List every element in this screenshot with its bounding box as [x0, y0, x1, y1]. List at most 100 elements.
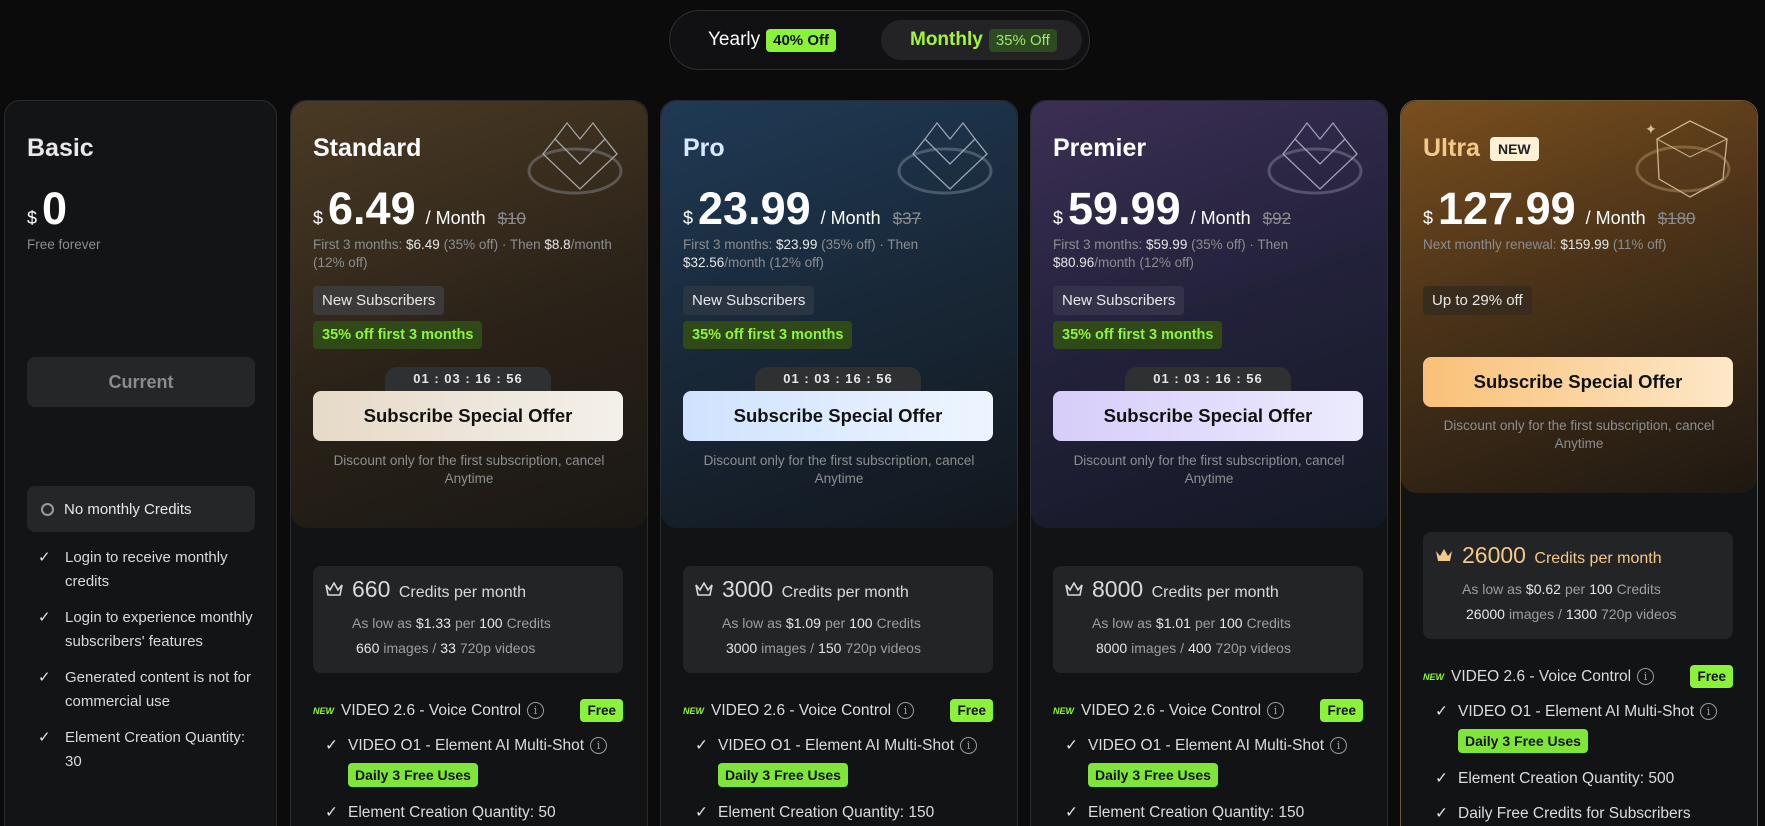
plan-emblem-icon	[527, 122, 623, 195]
feature-text: Element Creation Quantity: 150	[718, 803, 935, 821]
feature-video-o1: ✓ VIDEO O1 - Element AI Multi-Shot i	[1423, 694, 1733, 729]
feature-video-o1: ✓ VIDEO O1 - Element AI Multi-Shot i	[313, 728, 623, 763]
feature-list: NEW VIDEO 2.6 - Voice Control i Free ✓ V…	[313, 693, 623, 826]
low-as-text: As low as	[1092, 615, 1152, 631]
price-row: $ 23.99 / Month $37	[683, 183, 921, 235]
note-text: First 3 months:	[683, 237, 777, 252]
intro-price-note: First 3 months: $59.99 (35% off) · Then …	[1053, 236, 1361, 272]
note-text: /month (12% off)	[1094, 255, 1194, 270]
credits-amount: 26000	[1462, 542, 1526, 568]
yearly-option[interactable]: Yearly 40% Off	[708, 20, 836, 60]
current-plan-button[interactable]: Current	[27, 357, 255, 407]
countdown-timer: 01 : 03 : 16 : 56	[385, 367, 551, 391]
feature-text: VIDEO O1 - Element AI Multi-Shot	[718, 736, 955, 754]
new-badge: NEW	[1489, 136, 1539, 161]
subscribe-special-offer-button[interactable]: Subscribe Special Offer	[313, 391, 623, 441]
price-row: $ 6.49 / Month $10	[313, 183, 526, 235]
note-text: (11% off)	[1609, 237, 1667, 252]
new-icon: NEW	[313, 705, 334, 716]
monthly-discount-badge: 35% Off	[988, 28, 1057, 52]
low-as-text: As low as	[352, 615, 412, 631]
price-amount: 23.99	[698, 183, 811, 234]
images-count: 8000	[1096, 640, 1128, 656]
cost-per-credit: As low as $1.09 per 100 Credits	[722, 615, 921, 631]
subscribe-special-offer-button[interactable]: Subscribe Special Offer	[1423, 357, 1733, 407]
feature-element-quantity: ✓ Element Creation Quantity: 150	[683, 795, 993, 826]
feature-text: VIDEO O1 - Element AI Multi-Shot	[1088, 736, 1325, 754]
per-text: per	[1564, 581, 1586, 597]
credits-amount: 8000	[1092, 576, 1144, 602]
credits-per-month: 8000 Credits per month	[1092, 576, 1279, 603]
plan-name: Ultra	[1423, 134, 1480, 162]
per-credits-amount: 100	[1219, 615, 1243, 631]
original-price: $10	[497, 209, 527, 228]
daily-uses-row: Daily 3 Free Uses	[683, 763, 993, 793]
price-period: / Month	[820, 208, 881, 228]
new-icon: NEW	[683, 705, 704, 716]
info-icon[interactable]: i	[1637, 668, 1655, 685]
credits-box: 8000 Credits per month As low as $1.01 per…	[1053, 566, 1363, 673]
credits-label: Credits per month	[398, 584, 526, 601]
feature-video-o1: ✓ VIDEO O1 - Element AI Multi-Shot i	[1053, 728, 1363, 763]
feature-element-quantity: ✓ Element Creation Quantity: 150	[1053, 795, 1363, 826]
svg-text:✦: ✦	[1645, 121, 1657, 137]
subscribe-special-offer-button[interactable]: Subscribe Special Offer	[1053, 391, 1363, 441]
intro-price-note: First 3 months: $23.99 (35% off) · Then …	[683, 236, 991, 272]
per-text: per	[824, 615, 846, 631]
note-price: $159.99	[1560, 237, 1610, 252]
info-icon[interactable]: i	[1330, 737, 1348, 754]
monthly-option[interactable]: Monthly 35% Off	[881, 20, 1082, 60]
images-word: images /	[1131, 640, 1185, 656]
images-count: 3000	[726, 640, 758, 656]
crown-icon	[695, 582, 713, 596]
credits-word: Credits	[1246, 615, 1291, 631]
feature-list: NEW VIDEO 2.6 - Voice Control i Free ✓ V…	[683, 693, 993, 826]
plan-name: Basic	[27, 134, 94, 162]
info-icon[interactable]: i	[1700, 703, 1718, 720]
cancel-note: Discount only for the first subscription…	[1443, 418, 1715, 451]
feature-text: Generated content is not for commercial …	[65, 669, 251, 710]
intro-price-note: First 3 months: $6.49 (35% off) · Then $…	[313, 236, 621, 272]
videos-count: 150	[818, 640, 842, 656]
images-word: images /	[383, 640, 437, 656]
price-period: / Month	[425, 208, 486, 228]
plan-card-ultra: ✦ Ultra NEW $ 127.99 / Month $180 Next m…	[1400, 100, 1758, 826]
daily-free-uses-badge: Daily 3 Free Uses	[348, 763, 478, 787]
cost-per-credit: As low as $1.33 per 100 Credits	[352, 615, 551, 631]
info-icon[interactable]: i	[897, 702, 915, 719]
note-text: Next monthly renewal:	[1423, 237, 1561, 252]
feature-text: VIDEO 2.6 - Voice Control	[711, 701, 892, 719]
videos-count: 1300	[1565, 606, 1598, 622]
currency-symbol: $	[683, 208, 694, 228]
per-text: per	[1194, 615, 1216, 631]
subscribe-special-offer-button[interactable]: Subscribe Special Offer	[683, 391, 993, 441]
videos-count: 33	[440, 640, 456, 656]
info-icon[interactable]: i	[960, 737, 978, 754]
plan-card-pro: Pro $ 23.99 / Month $37 First 3 months: …	[660, 100, 1018, 826]
yearly-label: Yearly	[708, 29, 761, 50]
low-price: $0.62	[1525, 581, 1561, 597]
currency-symbol: $	[27, 208, 38, 228]
new-subscribers-badge: New Subscribers	[313, 286, 445, 315]
check-icon: ✓	[695, 804, 708, 821]
credits-word: Credits	[506, 615, 551, 631]
note-text: (35% off) · Then	[1187, 237, 1289, 252]
feature-list: NEW VIDEO 2.6 - Voice Control i Free ✓ V…	[1423, 659, 1733, 826]
crown-icon	[1065, 582, 1083, 596]
daily-uses-row: Daily 3 Free Uses	[313, 763, 623, 793]
daily-free-uses-badge: Daily 3 Free Uses	[1088, 763, 1218, 787]
info-icon[interactable]: i	[590, 737, 608, 754]
low-price: $1.01	[1155, 615, 1191, 631]
countdown-timer: 01 : 03 : 16 : 56	[755, 367, 921, 391]
images-word: images /	[761, 640, 815, 656]
feature-text: VIDEO O1 - Element AI Multi-Shot	[1458, 702, 1695, 720]
circle-icon	[41, 502, 54, 516]
videos-word: 720p videos	[1601, 606, 1677, 622]
info-icon[interactable]: i	[1267, 702, 1285, 719]
info-icon[interactable]: i	[527, 702, 545, 719]
crown-icon	[1436, 549, 1452, 561]
images-count: 660	[356, 640, 380, 656]
per-credits-amount: 100	[479, 615, 503, 631]
yearly-discount-badge: 40% Off	[766, 28, 836, 52]
currency-symbol: $	[313, 208, 324, 228]
